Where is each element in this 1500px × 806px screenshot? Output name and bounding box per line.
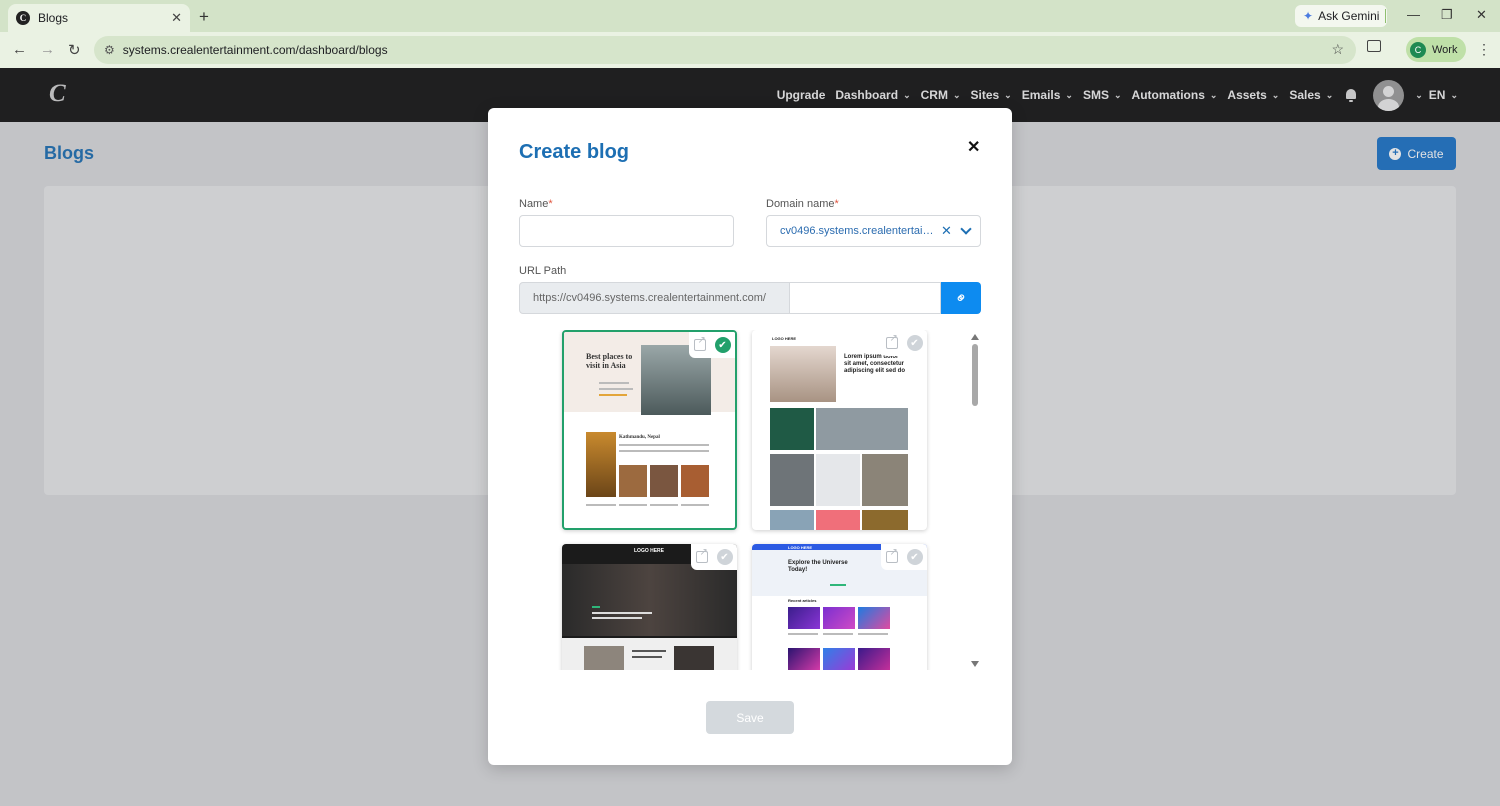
cast-icon[interactable] <box>1367 40 1381 52</box>
tab-strip-divider <box>1385 9 1386 23</box>
bookmark-star-icon[interactable]: ☆ <box>1331 41 1344 58</box>
reload-icon[interactable]: ↻ <box>68 41 81 59</box>
browser-tab[interactable]: C Blogs ✕ <box>8 4 190 32</box>
domain-value: cv0496.systems.crealentertainment.com <box>780 225 938 237</box>
profile-avatar: C <box>1410 41 1426 58</box>
template-card-grid[interactable]: LOGO HERE Lorem ipsum dolor sit amet, co… <box>752 330 927 530</box>
template-card-travel[interactable]: Best places to visit in Asia Kathmandu, … <box>562 330 737 530</box>
check-icon[interactable]: ✔ <box>716 549 733 565</box>
template-tile <box>770 454 814 506</box>
template-tile <box>862 510 908 530</box>
template-tile <box>816 408 908 450</box>
scrollbar-thumb[interactable] <box>972 344 978 406</box>
template-tile <box>770 408 814 450</box>
preview-icon[interactable] <box>885 333 898 349</box>
template-card-space[interactable]: LOGO HERE Explore the Universe Today! Re… <box>752 544 927 670</box>
check-icon[interactable]: ✔ <box>906 549 923 565</box>
template-image <box>681 465 709 497</box>
gemini-sparkle-icon: ✦ <box>1303 9 1314 23</box>
template-tile <box>816 510 860 530</box>
template-actions: ✔ <box>689 332 735 358</box>
template-image <box>674 646 714 670</box>
selected-check-icon[interactable]: ✔ <box>714 337 731 353</box>
template-actions: ✔ <box>691 544 737 570</box>
link-icon: ⚭ <box>950 287 972 309</box>
preview-icon[interactable] <box>693 335 706 351</box>
template-tile <box>770 510 814 530</box>
minimize-icon[interactable]: — <box>1407 7 1420 22</box>
template-image <box>823 648 855 670</box>
preview-icon[interactable] <box>695 547 708 563</box>
template-logo: LOGO HERE <box>634 548 665 554</box>
address-bar[interactable]: ⚙ systems.crealentertainment.com/dashboa… <box>94 36 1356 64</box>
chevron-down-icon[interactable] <box>960 223 972 235</box>
template-image <box>823 607 855 629</box>
create-blog-modal: Create blog ✕ Name* Domain name* cv0496.… <box>488 108 1012 765</box>
browser-toolbar: ← → ↻ ⚙ systems.crealentertainment.com/d… <box>0 32 1500 68</box>
domain-select[interactable]: cv0496.systems.crealentertainment.com ✕ <box>766 215 981 247</box>
url-prefix: https://cv0496.systems.crealentertainmen… <box>519 282 790 314</box>
browser-menu-icon[interactable]: ⋮ <box>1477 41 1491 58</box>
site-favicon-icon: C <box>16 11 30 25</box>
template-subheading: Recent articles <box>788 598 817 603</box>
template-logo: LOGO HERE <box>772 336 797 341</box>
profile-label: Work <box>1432 43 1458 56</box>
clear-icon[interactable]: ✕ <box>941 223 952 239</box>
template-card-dark[interactable]: LOGO HERE ✔ <box>562 544 737 670</box>
template-image <box>586 432 616 497</box>
template-image <box>858 607 890 629</box>
name-input[interactable] <box>519 215 734 247</box>
template-image <box>584 646 624 670</box>
template-image <box>858 648 890 670</box>
template-image <box>619 465 647 497</box>
scroll-down-arrow-icon[interactable] <box>971 661 979 667</box>
restore-icon[interactable]: ❐ <box>1441 7 1453 23</box>
template-heading: Lorem ipsum dolor sit amet, consectetur … <box>844 354 906 374</box>
template-actions: ✔ <box>881 330 927 356</box>
forward-icon[interactable]: → <box>40 41 55 58</box>
template-image <box>788 607 820 629</box>
ask-gemini-label: Ask Gemini <box>1318 9 1380 23</box>
template-gallery: Best places to visit in Asia Kathmandu, … <box>519 330 981 670</box>
tab-title: Blogs <box>38 11 69 25</box>
preview-icon[interactable] <box>885 547 898 563</box>
template-image <box>770 346 836 402</box>
tab-close-icon[interactable]: ✕ <box>171 10 182 26</box>
url-text[interactable]: systems.crealentertainment.com/dashboard… <box>123 43 388 57</box>
ask-gemini-button[interactable]: ✦ Ask Gemini <box>1295 5 1388 27</box>
close-icon[interactable]: ✕ <box>967 137 980 157</box>
template-heading: Explore the Universe Today! <box>788 560 848 573</box>
new-tab-button[interactable]: + <box>199 7 209 27</box>
template-tile <box>816 454 860 506</box>
back-icon[interactable]: ← <box>12 41 27 58</box>
template-image <box>650 465 678 497</box>
url-path-input[interactable] <box>790 282 941 314</box>
site-info-icon[interactable]: ⚙ <box>104 43 115 57</box>
template-tile <box>862 454 908 506</box>
template-subheading: Kathmandu, Nepal <box>619 435 660 440</box>
template-image <box>788 648 820 670</box>
name-label: Name* <box>519 198 553 210</box>
modal-title: Create blog <box>519 141 630 163</box>
generate-link-button[interactable]: ⚭ <box>941 282 981 314</box>
template-actions: ✔ <box>881 544 927 570</box>
template-hero <box>562 564 737 636</box>
domain-label: Domain name* <box>766 198 839 210</box>
browser-tab-strip: C Blogs ✕ + ✦ Ask Gemini — ❐ ✕ <box>0 0 1500 32</box>
scroll-up-arrow-icon[interactable] <box>971 334 979 340</box>
url-path-label: URL Path <box>519 265 567 277</box>
save-button[interactable]: Save <box>706 701 794 734</box>
check-icon[interactable]: ✔ <box>906 335 923 351</box>
window-close-icon[interactable]: ✕ <box>1476 7 1487 23</box>
template-heading: Best places to visit in Asia <box>586 352 633 370</box>
profile-chip[interactable]: C Work <box>1406 37 1467 62</box>
